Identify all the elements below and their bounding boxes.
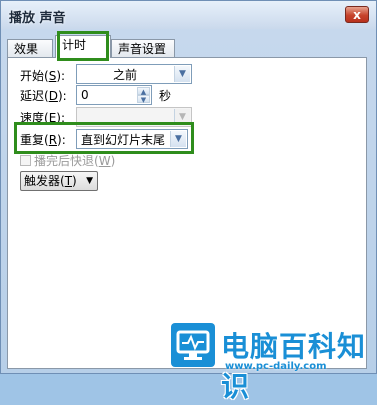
spin-up-icon[interactable]: ▲ [137,87,150,96]
chevron-down-icon: ▼ [174,66,190,82]
tab-sound-settings[interactable]: 声音设置 [111,39,175,57]
rewind-label: 播完后快退(W) [34,154,116,168]
tab-effects[interactable]: 效果 [7,39,53,57]
monitor-logo-icon [171,323,215,367]
title-bar[interactable]: 播放 声音 x [1,1,376,29]
repeat-highlight-box [14,122,194,154]
watermark-url: www.pc-daily.com [225,361,327,372]
delay-value: 0 [81,88,89,102]
dialog-title: 播放 声音 [9,11,66,26]
dialog-window: 播放 声音 x 效果 计时 声音设置 开始(S): 之前 ▼ 延迟(D): 0 … [0,0,377,403]
delay-spinner[interactable]: 0 ▲ ▼ [76,85,152,105]
trigger-button[interactable]: 触发器(T) ▼ [20,171,98,191]
tab-highlight-box [57,31,109,61]
close-icon: x [353,8,361,22]
double-chevron-down-icon: ▼ [86,176,93,186]
delay-unit: 秒 [159,89,172,103]
close-button[interactable]: x [345,6,369,23]
start-label: 开始(S): [20,69,66,83]
watermark: 电脑百科知识 www.pc-daily.com [171,317,377,403]
start-select[interactable]: 之前 ▼ [76,64,192,84]
rewind-checkbox[interactable] [20,155,31,166]
spin-down-icon[interactable]: ▼ [137,95,150,104]
start-value: 之前 [112,68,137,82]
delay-label: 延迟(D): [20,89,67,103]
